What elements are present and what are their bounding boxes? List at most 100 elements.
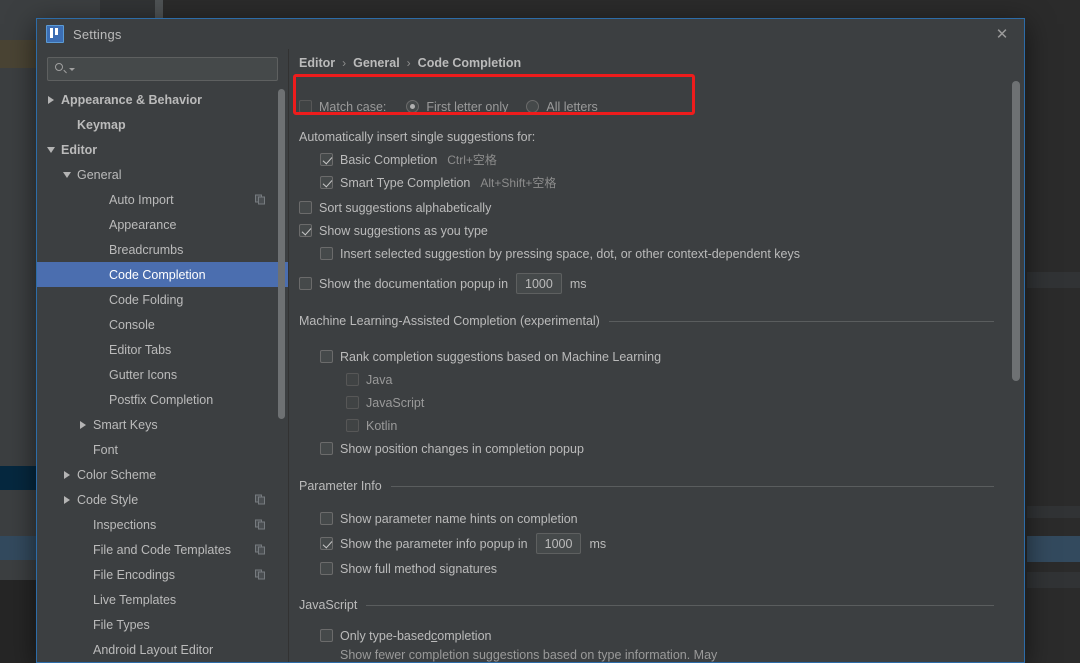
sidebar-item-inspections[interactable]: Inspections	[37, 512, 288, 537]
sort-alphabetically-row[interactable]: Sort suggestions alphabetically	[299, 196, 1024, 219]
param-name-hints-row[interactable]: Show parameter name hints on completion	[320, 507, 1024, 530]
code-completion-panel: Match case: First letter only All letter…	[289, 79, 1024, 662]
sidebar-item-keymap[interactable]: Keymap	[37, 112, 288, 137]
close-icon[interactable]: ✕	[980, 19, 1024, 48]
insert-selected-checkbox[interactable]	[320, 247, 333, 260]
sidebar-item-file-encodings[interactable]: File Encodings	[37, 562, 288, 587]
sidebar-item-file-and-code-templates[interactable]: File and Code Templates	[37, 537, 288, 562]
search-box[interactable]	[47, 57, 278, 81]
first-letter-only-radio[interactable]	[406, 100, 420, 113]
sidebar-item-color-scheme[interactable]: Color Scheme	[37, 462, 288, 487]
doc-popup-delay-input[interactable]: 1000	[516, 273, 562, 294]
chevron-right-icon[interactable]	[61, 470, 73, 479]
full-method-signatures-row[interactable]: Show full method signatures	[320, 557, 1024, 580]
param-name-hints-label: Show parameter name hints on completion	[340, 511, 578, 526]
sidebar-item-console[interactable]: Console	[37, 312, 288, 337]
sidebar-item-file-types[interactable]: File Types	[37, 612, 288, 637]
section-divider	[390, 485, 994, 487]
smart-type-completion-row[interactable]: Smart Type Completion Alt+Shift+空格	[320, 171, 1024, 194]
ml-java-row[interactable]: Java	[346, 368, 1024, 391]
param-info-popup-delay-input[interactable]: 1000	[535, 533, 582, 554]
dialog-body: Appearance & Behavior Keymap Editor General…	[37, 49, 1024, 662]
full-method-signatures-checkbox[interactable]	[320, 562, 333, 575]
show-as-you-type-row[interactable]: Show suggestions as you type	[299, 219, 1024, 242]
settings-dialog[interactable]: Settings ✕ Appearance & Behavior Keymap Ed…	[36, 18, 1025, 663]
match-case-row[interactable]: Match case: First letter only All letter…	[299, 95, 1024, 118]
ml-javascript-checkbox[interactable]	[346, 396, 359, 409]
sidebar-item-appearance[interactable]: Appearance	[37, 212, 288, 237]
ml-position-changes-checkbox[interactable]	[320, 442, 333, 455]
sidebar-item-code-style[interactable]: Code Style	[37, 487, 288, 512]
only-type-based-help: Show fewer completion suggestions based …	[340, 647, 1024, 662]
sidebar-item-appearance-behavior[interactable]: Appearance & Behavior	[37, 87, 288, 112]
ml-rank-row[interactable]: Rank completion suggestions based on Mac…	[320, 345, 1024, 368]
param-name-hints-checkbox[interactable]	[320, 512, 333, 525]
ml-position-changes-row[interactable]: Show position changes in completion popu…	[320, 437, 1024, 460]
sidebar-item-code-completion[interactable]: Code Completion	[37, 262, 288, 287]
breadcrumb-general[interactable]: General	[353, 56, 400, 70]
sidebar-item-live-templates[interactable]: Live Templates	[37, 587, 288, 612]
sidebar-item-general[interactable]: General	[37, 162, 288, 187]
all-letters-radio[interactable]	[526, 100, 540, 113]
param-info-popup-label: Show the parameter info popup in	[340, 536, 528, 551]
only-type-based-label-b: ompletion	[437, 628, 492, 643]
ml-rank-checkbox[interactable]	[320, 350, 333, 363]
param-info-popup-checkbox[interactable]	[320, 537, 333, 550]
only-type-based-row[interactable]: Only type-based c ompletion	[320, 624, 1024, 647]
copy-settings-icon	[255, 544, 266, 555]
doc-popup-checkbox[interactable]	[299, 277, 312, 290]
dialog-title: Settings	[73, 26, 122, 42]
sidebar-item-breadcrumbs[interactable]: Breadcrumbs	[37, 237, 288, 262]
smart-type-completion-checkbox[interactable]	[320, 176, 333, 189]
sidebar-item-label: Auto Import	[109, 192, 174, 207]
ml-kotlin-row[interactable]: Kotlin	[346, 414, 1024, 437]
show-as-you-type-checkbox[interactable]	[299, 224, 312, 237]
sidebar-item-android-layout-editor[interactable]: Android Layout Editor	[37, 637, 288, 662]
basic-completion-checkbox[interactable]	[320, 153, 333, 166]
sidebar-item-label: File Encodings	[93, 567, 175, 582]
match-case-checkbox[interactable]	[299, 100, 312, 113]
sidebar-item-label: General	[77, 167, 122, 182]
settings-sidebar[interactable]: Appearance & Behavior Keymap Editor General…	[37, 49, 289, 662]
insert-selected-label: Insert selected suggestion by pressing s…	[340, 246, 800, 261]
sidebar-item-label: Code Completion	[109, 267, 206, 282]
breadcrumb-separator-2: ›	[406, 56, 411, 70]
sidebar-scrollbar[interactable]	[278, 89, 285, 419]
chevron-right-icon[interactable]	[61, 495, 73, 504]
chevron-down-icon[interactable]	[45, 146, 57, 153]
ml-section-header: Machine Learning-Assisted Completion (ex…	[299, 310, 1024, 332]
sidebar-item-code-folding[interactable]: Code Folding	[37, 287, 288, 312]
sidebar-item-label: Appearance & Behavior	[61, 92, 203, 107]
ml-javascript-row[interactable]: JavaScript	[346, 391, 1024, 414]
sidebar-item-font[interactable]: Font	[37, 437, 288, 462]
sidebar-item-editor[interactable]: Editor	[37, 137, 288, 162]
sort-alphabetically-checkbox[interactable]	[299, 201, 312, 214]
sidebar-item-gutter-icons[interactable]: Gutter Icons	[37, 362, 288, 387]
chevron-right-icon[interactable]	[45, 95, 57, 104]
ml-java-checkbox[interactable]	[346, 373, 359, 386]
sidebar-item-postfix-completion[interactable]: Postfix Completion	[37, 387, 288, 412]
settings-tree[interactable]: Appearance & Behavior Keymap Editor General…	[37, 87, 288, 662]
only-type-based-checkbox[interactable]	[320, 629, 333, 642]
doc-popup-row[interactable]: Show the documentation popup in 1000 ms	[299, 271, 1024, 296]
dialog-titlebar[interactable]: Settings ✕	[37, 19, 1024, 49]
sidebar-item-smart-keys[interactable]: Smart Keys	[37, 412, 288, 437]
basic-completion-row[interactable]: Basic Completion Ctrl+空格	[320, 148, 1024, 171]
copy-settings-icon	[255, 569, 266, 580]
sidebar-item-label: Color Scheme	[77, 467, 157, 482]
content-scrollbar[interactable]	[1012, 81, 1020, 381]
all-letters-label: All letters	[546, 99, 598, 114]
insert-selected-row[interactable]: Insert selected suggestion by pressing s…	[320, 242, 1024, 265]
sidebar-item-editor-tabs[interactable]: Editor Tabs	[37, 337, 288, 362]
sidebar-item-label: Postfix Completion	[109, 392, 214, 407]
breadcrumb-editor[interactable]: Editor	[299, 56, 335, 70]
full-method-signatures-label: Show full method signatures	[340, 561, 498, 576]
ml-kotlin-checkbox[interactable]	[346, 419, 359, 432]
chevron-down-icon[interactable]	[61, 171, 73, 178]
first-letter-only-label: First letter only	[426, 99, 509, 114]
param-info-popup-row[interactable]: Show the parameter info popup in 1000 ms	[320, 530, 1024, 557]
breadcrumb: Editor › General › Code Completion	[299, 56, 521, 70]
search-input[interactable]	[75, 61, 271, 77]
chevron-right-icon[interactable]	[77, 420, 89, 429]
sidebar-item-auto-import[interactable]: Auto Import	[37, 187, 288, 212]
